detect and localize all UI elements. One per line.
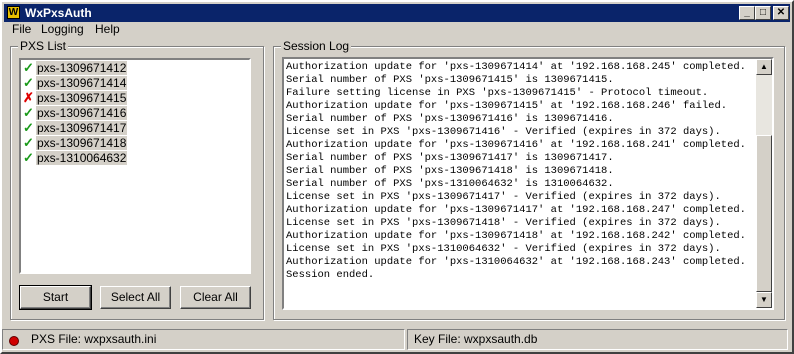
log-line: Serial number of PXS 'pxs-1309671416' is… <box>286 113 614 125</box>
cross-icon: ✗ <box>23 90 34 105</box>
status-pane-pxs-file: PXS File: wxpxsauth.ini <box>2 329 405 350</box>
check-icon: ✓ <box>23 150 34 165</box>
key-file-text: Key File: wxpxsauth.db <box>414 332 538 346</box>
pxs-file-text: PXS File: wxpxsauth.ini <box>31 332 157 346</box>
session-log-label: Session Log <box>281 39 352 53</box>
pxs-item-label: pxs-1309671414 <box>36 76 128 90</box>
log-line: Serial number of PXS 'pxs-1309671417' is… <box>286 152 614 164</box>
session-log-text: Authorization update for 'pxs-1309671414… <box>286 61 756 282</box>
session-log-textarea[interactable]: Authorization update for 'pxs-1309671414… <box>282 57 774 310</box>
pxs-item-label: pxs-1309671417 <box>36 121 128 135</box>
check-icon: ✓ <box>23 75 34 90</box>
app-icon[interactable]: W <box>7 6 20 19</box>
check-icon: ✓ <box>23 120 34 135</box>
status-bar: PXS File: wxpxsauth.ini Key File: wxpxsa… <box>2 327 788 351</box>
minimize-button[interactable]: _ <box>739 6 755 20</box>
check-icon: ✓ <box>23 60 34 75</box>
log-scrollbar[interactable]: ▲ ▼ <box>756 59 772 308</box>
log-line: Authorization update for 'pxs-1310064632… <box>286 256 746 268</box>
title-bar[interactable]: W WxPxsAuth _ □ ✕ <box>4 4 790 22</box>
log-line: Authorization update for 'pxs-1309671414… <box>286 61 746 73</box>
log-line: Failure setting license in PXS 'pxs-1309… <box>286 87 709 99</box>
log-line: License set in PXS 'pxs-1309671417' - Ve… <box>286 191 721 203</box>
pxs-item-label: pxs-1309671415 <box>36 91 128 105</box>
menu-help[interactable]: Help <box>95 22 120 36</box>
log-line: Serial number of PXS 'pxs-1309671418' is… <box>286 165 614 177</box>
pxs-list-label: PXS List <box>18 39 69 53</box>
log-line: Serial number of PXS 'pxs-1310064632' is… <box>286 178 614 190</box>
window-title: WxPxsAuth <box>25 6 92 20</box>
log-line: License set in PXS 'pxs-1309671418' - Ve… <box>286 217 721 229</box>
scroll-up-arrow-icon[interactable]: ▲ <box>756 59 772 75</box>
pxs-item-label: pxs-1309671412 <box>36 61 128 75</box>
scroll-down-arrow-icon[interactable]: ▼ <box>756 292 772 308</box>
status-pane-key-file: Key File: wxpxsauth.db <box>407 329 788 350</box>
pxs-listbox[interactable]: ✓ pxs-1309671412 ✓ pxs-1309671414 ✗ pxs-13096… <box>19 58 251 274</box>
log-line: Session ended. <box>286 269 375 281</box>
start-button[interactable]: Start <box>19 285 92 310</box>
pxs-item-label: pxs-1310064632 <box>36 151 128 165</box>
pxs-item-label: pxs-1309671418 <box>36 136 128 150</box>
log-line: License set in PXS 'pxs-1309671416' - Ve… <box>286 126 721 138</box>
status-indicator-icon <box>9 336 19 346</box>
log-line: Serial number of PXS 'pxs-1309671415' is… <box>286 74 614 86</box>
clear-all-button[interactable]: Clear All <box>180 286 251 309</box>
log-line: Authorization update for 'pxs-1309671416… <box>286 139 746 151</box>
check-icon: ✓ <box>23 105 34 120</box>
log-line: Authorization update for 'pxs-1309671415… <box>286 100 728 112</box>
scroll-thumb[interactable] <box>756 135 772 292</box>
log-line: Authorization update for 'pxs-1309671418… <box>286 230 746 242</box>
log-line: Authorization update for 'pxs-1309671417… <box>286 204 746 216</box>
pxs-item-label: pxs-1309671416 <box>36 106 128 120</box>
select-all-button[interactable]: Select All <box>100 286 171 309</box>
menu-file[interactable]: File <box>12 22 31 36</box>
close-button[interactable]: ✕ <box>773 6 789 20</box>
menu-logging[interactable]: Logging <box>41 22 84 36</box>
maximize-button[interactable]: □ <box>755 6 771 20</box>
log-line: License set in PXS 'pxs-1310064632' - Ve… <box>286 243 721 255</box>
check-icon: ✓ <box>23 135 34 150</box>
menu-bar: File Logging Help <box>4 22 790 39</box>
